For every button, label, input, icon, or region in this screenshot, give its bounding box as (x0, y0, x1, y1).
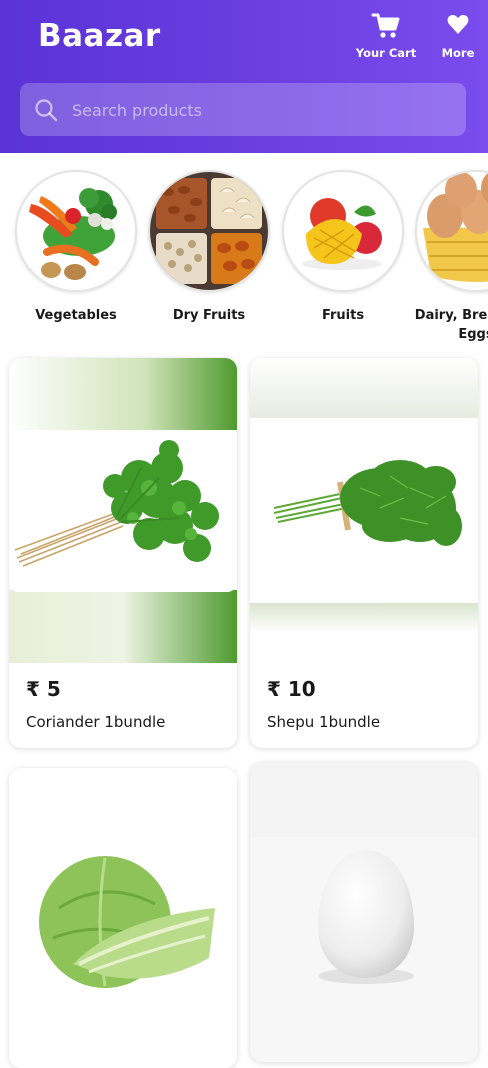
heart-icon (426, 12, 488, 40)
more-button[interactable]: More (426, 12, 488, 64)
category-dairy-bread-eggs[interactable]: Dairy, Bread and Eggs (412, 170, 488, 344)
category-strip: Vegetables Dry Fruits Fruits Dairy, Bre … (0, 160, 488, 345)
product-name: Shepu 1bundle (267, 713, 381, 731)
cart-button[interactable]: Your Cart (354, 12, 418, 64)
fruits-image (282, 170, 404, 292)
product-card[interactable]: ₹ 10 Shepu 1bundle (250, 358, 478, 748)
search-icon (34, 98, 58, 126)
product-card[interactable] (9, 768, 237, 1068)
vegetables-image (15, 170, 137, 292)
app-header: Baazar Your Cart More (0, 0, 488, 153)
search-input[interactable] (70, 83, 454, 138)
product-image (9, 768, 237, 1068)
product-image (250, 762, 478, 1062)
product-price: ₹ 5 (26, 677, 61, 701)
product-image (9, 358, 237, 663)
product-price: ₹ 10 (267, 677, 316, 701)
product-card[interactable]: ₹ 5 Coriander 1bundle (9, 358, 237, 748)
category-label: Dry Fruits (172, 308, 246, 323)
category-label: Fruits (321, 308, 365, 323)
cart-label: Your Cart (355, 46, 417, 60)
category-label: Vegetables (35, 308, 117, 323)
more-label: More (441, 46, 475, 60)
cart-icon (354, 12, 418, 40)
search-bar[interactable] (20, 83, 466, 138)
category-vegetables[interactable]: Vegetables (12, 170, 140, 325)
category-label: Dairy, Bread and Eggs (414, 308, 488, 342)
category-fruits[interactable]: Fruits (279, 170, 407, 325)
product-name: Coriander 1bundle (26, 713, 166, 731)
product-image (250, 358, 478, 663)
app-title: Baazar (38, 18, 161, 54)
category-dry-fruits[interactable]: Dry Fruits (145, 170, 273, 325)
dry-fruits-image (148, 170, 270, 292)
dairy-image (415, 170, 488, 292)
product-card[interactable] (250, 762, 478, 1062)
